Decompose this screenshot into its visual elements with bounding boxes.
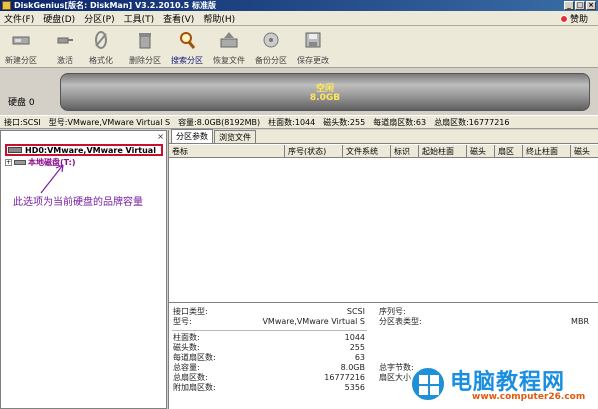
details-separator [172, 330, 367, 331]
activate-label: 激活 [57, 56, 73, 65]
tab-partition-params[interactable]: 分区参数 [171, 129, 213, 143]
menu-partition[interactable]: 分区(P) [84, 12, 114, 25]
model-label: 型号: [173, 317, 192, 326]
recover-files-label: 恢复文件 [213, 56, 245, 65]
cylinders-value: 1044 [344, 333, 365, 342]
site-watermark: 电脑教程网 www.computer26.com [410, 362, 592, 406]
disk-tree-pane: × HD0:VMware,VMware Virtual + 本地磁盘(T:) 此… [0, 130, 167, 409]
total-sectors-label: 总扇区数: [173, 373, 208, 382]
search-partition-button[interactable]: 搜索分区 [168, 28, 206, 66]
col-end-head[interactable]: 磁头 [571, 145, 598, 158]
col-id[interactable]: 标识 [391, 145, 419, 158]
col-start-cylinder[interactable]: 起始柱面 [419, 145, 467, 158]
menu-view[interactable]: 查看(V) [163, 12, 194, 25]
info-total-sectors: 总扇区数:16777216 [434, 117, 510, 127]
tab-browse-files[interactable]: 浏览文件 [214, 130, 256, 143]
info-capacity: 容量:8.0GB(8192MB) [178, 117, 261, 127]
extra-sectors-label: 附加扇区数: [173, 383, 216, 392]
free-space-size: 8.0GB [309, 93, 341, 103]
menu-help[interactable]: 帮助(H) [203, 12, 235, 25]
partition-table-header: 卷标 序号(状态) 文件系统 标识 起始柱面 磁头 扇区 终止柱面 磁头 [169, 145, 598, 158]
interface-type-label: 接口类型: [173, 307, 208, 316]
sponsor-button[interactable]: 赞助 [559, 12, 588, 25]
windows-logo-icon [410, 366, 446, 402]
total-capacity-label: 总容量: [173, 363, 200, 372]
disk-info-line: 接口:SCSI 型号:VMware,VMware Virtual S 容量:8.… [0, 116, 598, 129]
col-head[interactable]: 磁头 [467, 145, 495, 158]
info-model: 型号:VMware,VMware Virtual S [48, 117, 171, 127]
menu-tools[interactable]: 工具(T) [124, 12, 155, 25]
save-changes-label: 保存更改 [297, 56, 329, 65]
info-interface: 接口:SCSI [4, 117, 41, 127]
watermark-url: www.computer26.com [472, 392, 586, 402]
disk-map: 硬盘 0 空闲 8.0GB [0, 69, 598, 116]
sector-size-label: 扇区大小: [379, 373, 414, 382]
format-label: 格式化 [89, 56, 113, 65]
menu-file[interactable]: 文件(F) [4, 12, 34, 25]
interface-type-value: SCSI [346, 307, 365, 316]
minimize-button[interactable]: _ [564, 1, 574, 10]
maximize-button[interactable]: □ [575, 1, 585, 10]
serial-label: 序列号: [379, 307, 406, 316]
free-space-bar[interactable]: 空闲 8.0GB [60, 73, 590, 111]
backup-partition-label: 备份分区 [255, 56, 287, 65]
col-end-cylinder[interactable]: 终止柱面 [523, 145, 571, 158]
search-partition-label: 搜索分区 [171, 56, 203, 65]
delete-partition-button[interactable]: 删除分区 [126, 28, 164, 66]
toolbar: 新建分区 激活 格式化 删除分区 搜索分区 恢复文件 备份分区 保存更改 [0, 26, 598, 68]
sectors-per-track-value: 63 [354, 353, 365, 362]
search-partition-icon [180, 32, 196, 49]
backup-partition-button[interactable]: 备份分区 [252, 28, 290, 66]
backup-partition-icon [263, 32, 279, 48]
menu-disk[interactable]: 硬盘(D) [43, 12, 75, 25]
total-capacity-value: 8.0GB [340, 363, 365, 372]
new-partition-icon [12, 36, 30, 45]
info-heads: 磁头数:255 [323, 117, 366, 127]
format-icon [95, 31, 107, 49]
annotation-text: 此选项为当前硬盘的品牌容量 [13, 197, 143, 208]
partition-table-type-label: 分区表类型: [379, 317, 422, 326]
delete-partition-icon [139, 33, 151, 49]
recover-files-button[interactable]: 恢复文件 [210, 28, 248, 66]
app-icon [2, 1, 11, 10]
cylinders-label: 柱面数: [173, 333, 200, 342]
disk-label: 硬盘 0 [8, 98, 35, 108]
recover-files-icon [220, 32, 238, 48]
heads-value: 255 [349, 343, 365, 352]
save-changes-icon [305, 32, 321, 48]
col-sector[interactable]: 扇区 [495, 145, 523, 158]
menu-bar: 文件(F) 硬盘(D) 分区(P) 工具(T) 查看(V) 帮助(H) 赞助 [0, 11, 598, 26]
close-button[interactable]: × [586, 1, 596, 10]
format-button[interactable]: 格式化 [82, 28, 120, 66]
total-bytes-label: 总字节数: [379, 363, 414, 372]
new-partition-button[interactable]: 新建分区 [2, 28, 40, 66]
sectors-per-track-label: 每道扇区数: [173, 353, 216, 362]
col-index-status[interactable]: 序号(状态) [285, 145, 343, 158]
title-bar: DiskGenius[版名: DiskMan] V3.2.2010.5 标准版 … [0, 0, 598, 11]
extra-sectors-value: 5356 [344, 383, 365, 392]
delete-partition-label: 删除分区 [129, 56, 161, 65]
save-changes-button[interactable]: 保存更改 [294, 28, 332, 66]
tab-bar: 分区参数 浏览文件 [169, 129, 598, 144]
col-filesystem[interactable]: 文件系统 [343, 145, 391, 158]
activate-icon [57, 37, 73, 44]
total-sectors-value: 16777216 [324, 373, 365, 382]
partition-table-type-value: MBR [571, 317, 589, 326]
info-cylinders: 柱面数:1044 [268, 117, 316, 127]
col-volume-label[interactable]: 卷标 [169, 145, 285, 158]
sponsor-icon [559, 14, 568, 23]
heads-label: 磁头数: [173, 343, 200, 352]
window-title: DiskGenius[版名: DiskMan] V3.2.2010.5 标准版 [14, 1, 217, 10]
activate-button[interactable]: 激活 [46, 28, 84, 66]
sponsor-label: 赞助 [569, 15, 588, 25]
window-controls: _ □ × [564, 1, 596, 10]
model-value: VMware,VMware Virtual S [262, 317, 365, 326]
new-partition-label: 新建分区 [5, 56, 37, 65]
info-sectors-per-track: 每道扇区数:63 [373, 117, 427, 127]
